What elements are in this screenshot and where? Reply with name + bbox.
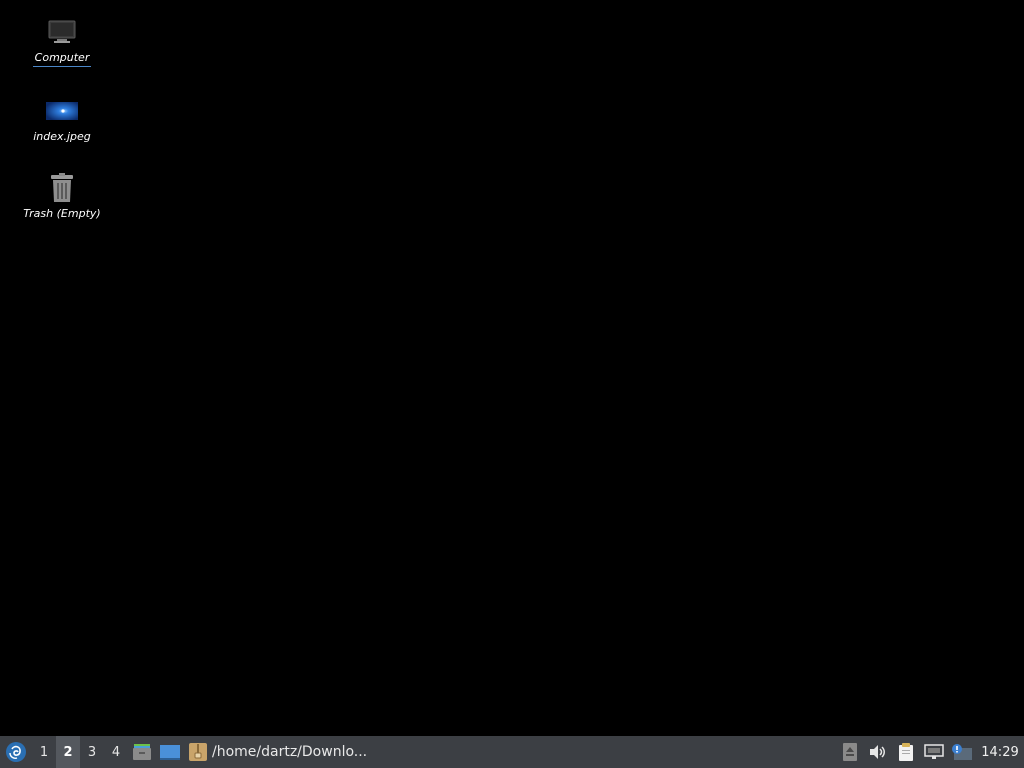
clipboard-icon — [899, 743, 913, 761]
taskbar-window-button[interactable]: /home/dartz/Downlo... — [184, 736, 373, 768]
update-notifier-icon — [952, 744, 972, 760]
debian-swirl-menu-icon — [6, 742, 26, 762]
application-menu-button[interactable] — [0, 736, 32, 768]
clock[interactable]: 14:29 — [976, 736, 1024, 768]
image-file-icon — [45, 95, 79, 127]
workspace-2[interactable]: 2 — [56, 736, 80, 768]
computer-icon — [45, 16, 79, 48]
file-manager-icon — [133, 744, 151, 760]
taskbar-window-title: /home/dartz/Downlo... — [212, 744, 368, 760]
archive-icon — [189, 743, 207, 761]
file-manager-launcher[interactable] — [128, 736, 156, 768]
clipboard-tray-button[interactable] — [892, 736, 920, 768]
desktop-icon-trash[interactable]: Trash (Empty) — [12, 172, 112, 222]
desktop-icon-label: index.jpeg — [33, 130, 91, 143]
workspace-4[interactable]: 4 — [104, 736, 128, 768]
network-icon — [924, 744, 944, 759]
trash-icon — [45, 172, 79, 204]
taskbar-panel: 1 2 3 4 /home/dartz/Downlo... 14:29 — [0, 736, 1024, 768]
volume-icon — [870, 745, 885, 759]
show-desktop-icon — [160, 745, 180, 760]
desktop-icon-computer[interactable]: Computer — [12, 16, 112, 67]
desktop[interactable]: Computer index.jpeg Trash (Empty) — [0, 0, 1024, 736]
workspace-1[interactable]: 1 — [32, 736, 56, 768]
eject-icon — [843, 743, 857, 761]
show-desktop-launcher[interactable] — [156, 736, 184, 768]
desktop-icon-label: Computer — [32, 51, 92, 67]
eject-tray-button[interactable] — [836, 736, 864, 768]
update-notifier-tray-button[interactable] — [948, 736, 976, 768]
desktop-icon-index-jpeg[interactable]: index.jpeg — [12, 95, 112, 145]
desktop-icon-label: Trash (Empty) — [23, 207, 101, 220]
workspace-3[interactable]: 3 — [80, 736, 104, 768]
volume-tray-button[interactable] — [864, 736, 892, 768]
network-tray-button[interactable] — [920, 736, 948, 768]
